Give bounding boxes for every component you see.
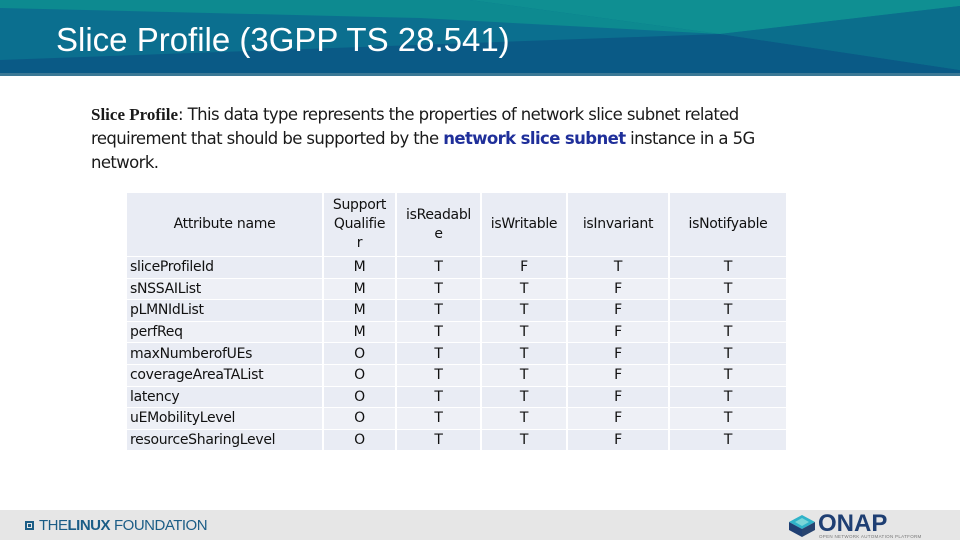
cell-is-notifyable: T: [670, 300, 786, 321]
page-title: Slice Profile (3GPP TS 28.541): [56, 21, 510, 58]
header-is-notifyable: isNotifyable: [670, 193, 786, 256]
intro-paragraph: Slice Profile: This data type represents…: [91, 103, 811, 175]
onap-tagline: OPEN NETWORK AUTOMATION PLATFORM: [819, 534, 922, 539]
table-row: pLMNIdList M T T F T: [127, 300, 786, 321]
cell-attribute-name: sliceProfileId: [127, 257, 322, 278]
cell-is-readable: T: [397, 364, 480, 386]
intro-term: Slice Profile: [91, 105, 179, 124]
cell-support-qualifier: O: [324, 408, 395, 429]
cell-is-notifyable: T: [670, 321, 786, 343]
header-support-qualifier: Support Qualifie r: [324, 193, 395, 256]
cell-is-readable: T: [397, 257, 480, 278]
cell-is-writable: T: [482, 321, 566, 343]
cell-is-readable: T: [397, 429, 480, 451]
cell-is-invariant: F: [568, 278, 668, 300]
cell-is-readable: T: [397, 408, 480, 429]
footer: THE LINUX FOUNDATION ONAP OPEN NETWORK A…: [0, 510, 960, 540]
table-row: coverageAreaTAList O T T F T: [127, 364, 786, 386]
cell-is-notifyable: T: [670, 429, 786, 451]
cell-is-writable: T: [482, 386, 566, 408]
cell-is-invariant: F: [568, 408, 668, 429]
cell-attribute-name: latency: [127, 386, 322, 408]
cell-is-notifyable: T: [670, 278, 786, 300]
cell-attribute-name: coverageAreaTAList: [127, 364, 322, 386]
cell-is-readable: T: [397, 343, 480, 364]
cell-is-notifyable: T: [670, 386, 786, 408]
table-header-row: Attribute name Support Qualifie r isReadab…: [127, 193, 786, 256]
cell-is-notifyable: T: [670, 364, 786, 386]
header-attribute-name: Attribute name: [127, 193, 322, 256]
cell-is-readable: T: [397, 386, 480, 408]
cell-is-invariant: F: [568, 300, 668, 321]
logo-foundation: FOUNDATION: [114, 516, 208, 534]
onap-cube-icon: [789, 515, 815, 537]
cell-attribute-name: pLMNIdList: [127, 300, 322, 321]
header-is-writable: isWritable: [482, 193, 566, 256]
cell-is-readable: T: [397, 278, 480, 300]
cell-support-qualifier: M: [324, 257, 395, 278]
cell-is-writable: T: [482, 364, 566, 386]
cell-is-invariant: F: [568, 343, 668, 364]
cell-support-qualifier: O: [324, 386, 395, 408]
table-row: uEMobilityLevel O T T F T: [127, 408, 786, 429]
cell-attribute-name: uEMobilityLevel: [127, 408, 322, 429]
cell-attribute-name: maxNumberofUEs: [127, 343, 322, 364]
attributes-table: Attribute name Support Qualifie r isReadab…: [125, 192, 788, 451]
table-row: latency O T T F T: [127, 386, 786, 408]
logo-linux: LINUX: [67, 516, 111, 534]
cell-support-qualifier: M: [324, 278, 395, 300]
cell-is-writable: T: [482, 343, 566, 364]
table-row: sNSSAIList M T T F T: [127, 278, 786, 300]
cell-is-invariant: F: [568, 364, 668, 386]
table-row: maxNumberofUEs O T T F T: [127, 343, 786, 364]
cell-is-invariant: F: [568, 386, 668, 408]
linux-foundation-square-icon: [25, 520, 34, 530]
cell-support-qualifier: O: [324, 343, 395, 364]
cell-attribute-name: perfReq: [127, 321, 322, 343]
cell-is-writable: T: [482, 300, 566, 321]
cell-is-writable: T: [482, 429, 566, 451]
header-is-invariant: isInvariant: [568, 193, 668, 256]
cell-is-readable: T: [397, 300, 480, 321]
cell-is-readable: T: [397, 321, 480, 343]
cell-support-qualifier: M: [324, 321, 395, 343]
cell-support-qualifier: O: [324, 364, 395, 386]
cell-support-qualifier: O: [324, 429, 395, 451]
cell-is-writable: F: [482, 257, 566, 278]
onap-wordmark: ONAP: [818, 510, 888, 537]
logo-the: THE: [39, 516, 68, 534]
cell-is-notifyable: T: [670, 408, 786, 429]
cell-is-notifyable: T: [670, 257, 786, 278]
cell-is-invariant: F: [568, 321, 668, 343]
header-is-readable: isReadabl e: [397, 193, 480, 256]
title-banner: Slice Profile (3GPP TS 28.541): [0, 0, 960, 76]
table-row: resourceSharingLevel O T T F T: [127, 429, 786, 451]
linux-foundation-logo: THE LINUX FOUNDATION: [25, 516, 208, 534]
cell-is-invariant: T: [568, 257, 668, 278]
cell-support-qualifier: M: [324, 300, 395, 321]
cell-attribute-name: resourceSharingLevel: [127, 429, 322, 451]
cell-is-notifyable: T: [670, 343, 786, 364]
table-row: sliceProfileId M T F T T: [127, 257, 786, 278]
table-row: perfReq M T T F T: [127, 321, 786, 343]
cell-is-writable: T: [482, 408, 566, 429]
cell-is-invariant: F: [568, 429, 668, 451]
cell-attribute-name: sNSSAIList: [127, 278, 322, 300]
intro-highlight: network slice subnet: [443, 129, 626, 148]
cell-is-writable: T: [482, 278, 566, 300]
table-body: sliceProfileId M T F T TsNSSAIList M T T F TpLMNId…: [127, 257, 786, 451]
